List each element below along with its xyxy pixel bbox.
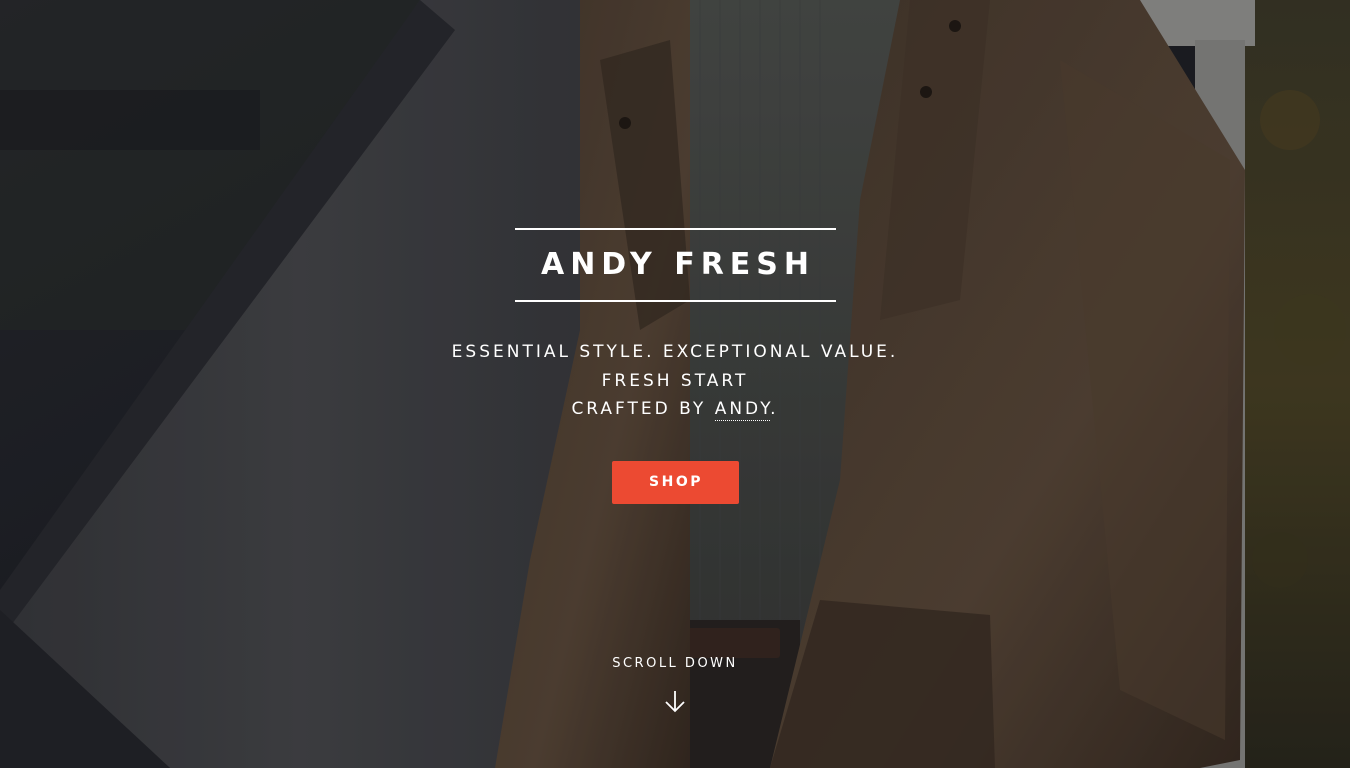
tagline-line-1: ESSENTIAL STYLE. EXCEPTIONAL VALUE.: [451, 342, 899, 362]
brand-bottom-rule: [514, 300, 836, 302]
tagline-line-3-suffix: .: [770, 399, 779, 419]
hero-content: ANDY FRESH ESSENTIAL STYLE. EXCEPTIONAL …: [0, 228, 1350, 504]
shop-button[interactable]: SHOP: [611, 460, 739, 504]
arrow-down-icon: [665, 691, 685, 713]
brand-title: ANDY FRESH: [540, 247, 815, 282]
andy-link[interactable]: ANDY: [714, 399, 771, 421]
scroll-down-link[interactable]: SCROLL DOWN: [0, 655, 1350, 715]
tagline-line-2: FRESH START: [601, 370, 749, 391]
scroll-down-label: SCROLL DOWN: [612, 656, 738, 671]
hero-section: ANDY FRESH ESSENTIAL STYLE. EXCEPTIONAL …: [0, 0, 1350, 768]
tagline-line-3: CRAFTED BY ANDY.: [0, 395, 1350, 424]
tagline: ESSENTIAL STYLE. EXCEPTIONAL VALUE. FRES…: [0, 338, 1350, 424]
tagline-line-3-prefix: CRAFTED BY: [571, 399, 715, 419]
